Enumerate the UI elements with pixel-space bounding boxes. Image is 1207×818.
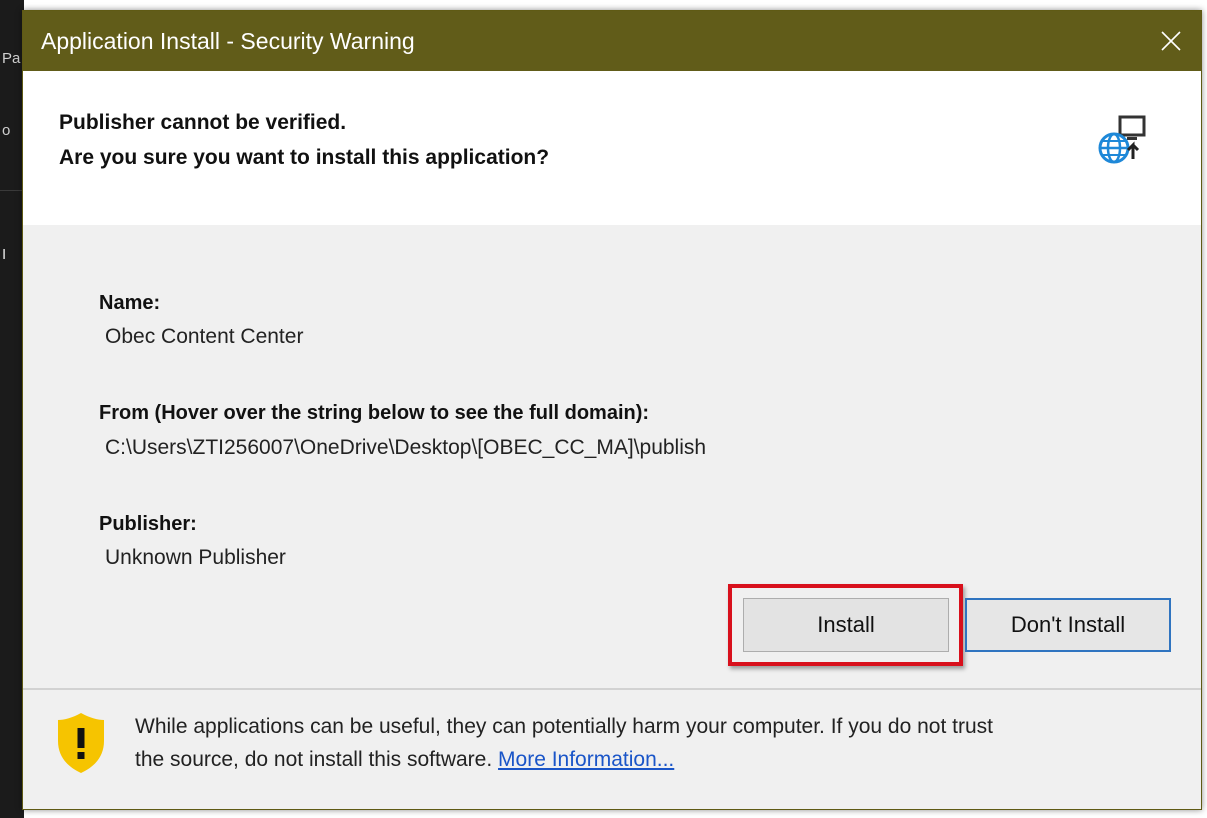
window-title: Application Install - Security Warning <box>41 28 415 54</box>
web-app-install-icon <box>1098 115 1146 164</box>
install-button[interactable]: Install <box>743 598 949 652</box>
footer-divider <box>23 688 1201 690</box>
close-icon <box>1161 31 1181 51</box>
from-label: From (Hover over the string below to see… <box>99 402 650 424</box>
title-bar[interactable]: Application Install - Security Warning <box>23 11 1201 71</box>
more-information-link[interactable]: More Information... <box>498 748 674 771</box>
publisher-value: Unknown Publisher <box>105 546 286 569</box>
publisher-label: Publisher: <box>99 513 197 535</box>
background-window-strip: Pa o I <box>0 0 24 818</box>
shield-warning-icon <box>58 713 104 773</box>
background-text-fragment: o <box>2 122 11 139</box>
security-warning-dialog: Application Install - Security Warning P… <box>22 10 1202 810</box>
close-button[interactable] <box>1141 11 1201 71</box>
warning-message-line2: the source, do not install this software… <box>135 748 674 772</box>
dialog-header: Publisher cannot be verified. Are you su… <box>23 71 1201 225</box>
warning-message-line1: While applications can be useful, they c… <box>135 715 993 738</box>
name-value: Obec Content Center <box>105 325 304 348</box>
name-label: Name: <box>99 292 161 314</box>
background-text-fragment: I <box>2 246 7 263</box>
warning-heading: Publisher cannot be verified. <box>59 111 347 134</box>
warning-message-text: the source, do not install this software… <box>135 748 493 771</box>
background-divider <box>0 190 24 191</box>
from-value[interactable]: C:\Users\ZTI256007\OneDrive\Desktop\[OBE… <box>105 436 706 460</box>
dont-install-button[interactable]: Don't Install <box>965 598 1171 652</box>
warning-question: Are you sure you want to install this ap… <box>59 146 550 169</box>
background-text-fragment: Pa <box>2 50 21 67</box>
